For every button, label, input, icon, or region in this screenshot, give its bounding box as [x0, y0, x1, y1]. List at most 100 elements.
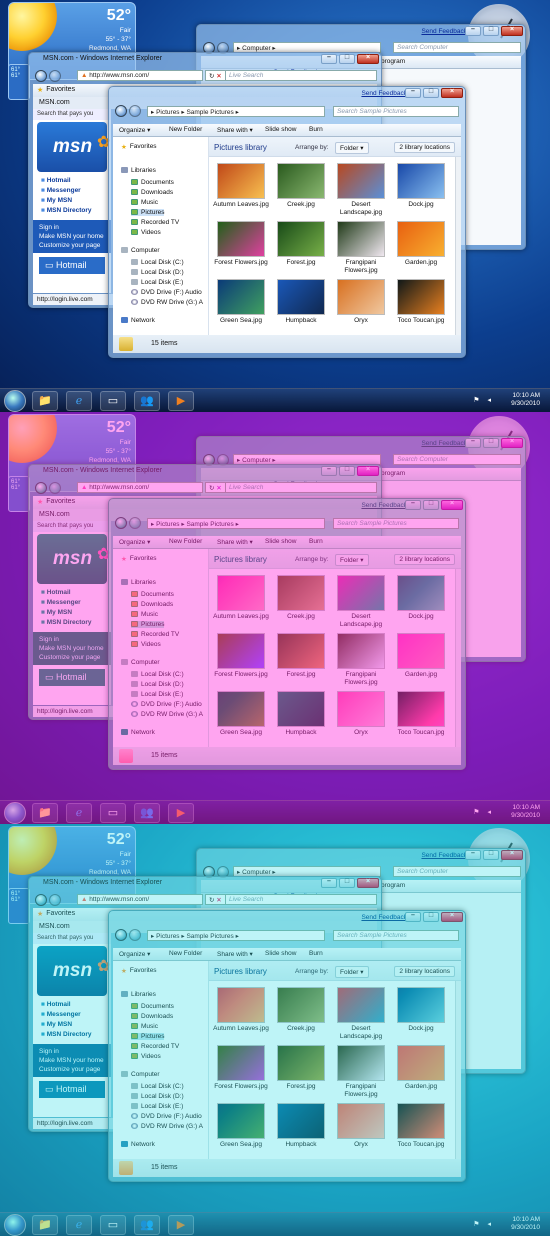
maximize-button[interactable]: □ [483, 438, 499, 448]
taskbar-media-player-button[interactable]: ▶ [168, 803, 194, 823]
thumbnail-item[interactable]: Forest.jpg [273, 1045, 329, 1091]
tray-clock[interactable]: 10:10 AM 9/30/2010 [511, 392, 540, 408]
thumbnail-item[interactable]: Garden.jpg [393, 1045, 449, 1091]
nav-library-5[interactable]: Videos [131, 1053, 161, 1060]
msn-link[interactable]: ■ MSN Directory [41, 1030, 103, 1040]
nav-drive-4[interactable]: DVD RW Drive (G:) A [131, 1123, 203, 1130]
nav-drive-0[interactable]: Local Disk (C:) [131, 1083, 184, 1090]
close-button[interactable]: × [501, 850, 523, 860]
thumbnail-item[interactable]: Humpback [273, 691, 329, 737]
nav-library-4[interactable]: Recorded TV [131, 219, 179, 226]
msn-link[interactable]: ■ Hotmail [41, 176, 103, 186]
forward-icon[interactable] [49, 70, 61, 82]
minimize-button[interactable]: – [321, 466, 337, 476]
minimize-button[interactable]: – [465, 850, 481, 860]
thumbnail-item[interactable]: Creek.jpg [273, 987, 329, 1033]
breadcrumb[interactable]: ▸ Pictures ▸ Sample Pictures ▸ [147, 106, 325, 117]
nav-drive-2[interactable]: Local Disk (E:) [131, 691, 183, 698]
nav-drive-2[interactable]: Local Disk (E:) [131, 279, 183, 286]
thumbnail-item[interactable]: Desert Landscape.jpg [333, 987, 389, 1041]
send-feedback-link[interactable]: Send Feedback [361, 90, 407, 97]
back-icon[interactable] [35, 70, 47, 82]
thumbnail-item[interactable]: Dock.jpg [393, 575, 449, 621]
forward-icon[interactable] [49, 894, 61, 906]
taskbar-explorer-button[interactable]: 📁 [32, 391, 58, 411]
explorer-titlebar[interactable]: Send Feedback – □ × [109, 499, 465, 513]
back-icon[interactable] [115, 517, 127, 529]
library-locations-button[interactable]: 2 library locations [394, 142, 455, 153]
msn-link[interactable]: ■ MSN Directory [41, 618, 103, 628]
thumbnail-item[interactable]: Dock.jpg [393, 163, 449, 209]
thumbnail-item[interactable]: Toco Toucan.jpg [393, 1103, 449, 1149]
computer-titlebar[interactable]: Send Feedback – □ × [197, 437, 525, 451]
explorer-window[interactable]: Send Feedback – □ × ▸ Pictures ▸ Sample Pict… [108, 910, 466, 1182]
url-bar[interactable]: ▲ http://www.msn.com/ [77, 482, 203, 493]
taskbar-ie-button[interactable]: ℯ [66, 391, 92, 411]
thumbnail-item[interactable]: Toco Toucan.jpg [393, 279, 449, 325]
minimize-button[interactable]: – [405, 912, 421, 922]
toolbar-item[interactable]: Share with ▾ [217, 538, 253, 546]
ie-titlebar[interactable]: MSN.com - Windows Internet ExplorerSend … [29, 465, 381, 488]
taskbar-ie-button[interactable]: ℯ [66, 1215, 92, 1235]
nav-library-1[interactable]: Downloads [131, 601, 173, 608]
nav-library-3[interactable]: Pictures [131, 1033, 165, 1040]
send-feedback-link[interactable]: Send Feedback [361, 502, 407, 509]
url-bar[interactable]: ▲ http://www.msn.com/ [77, 894, 203, 905]
thumbnail-item[interactable]: Humpback [273, 1103, 329, 1149]
taskbar-media-center-button[interactable]: ▭ [100, 391, 126, 411]
side-gadget[interactable]: 61° 61° [8, 64, 30, 100]
start-button[interactable] [4, 802, 26, 824]
ie-titlebar[interactable]: MSN.com - Windows Internet ExplorerSend … [29, 53, 381, 76]
nav-library-5[interactable]: Videos [131, 641, 161, 648]
nav-favorites[interactable]: ★ Favorites [121, 967, 157, 975]
tray-clock[interactable]: 10:10 AM 9/30/2010 [511, 804, 540, 820]
msn-search[interactable]: Search that pays you [33, 109, 111, 120]
nav-library-0[interactable]: Documents [131, 179, 174, 186]
scrollbar[interactable] [455, 981, 461, 1159]
thumbnail-item[interactable]: Forest.jpg [273, 221, 329, 267]
toolbar-item[interactable]: Burn [309, 538, 323, 545]
thumbnail-item[interactable]: Frangipani Flowers.jpg [333, 221, 389, 275]
send-feedback-link[interactable]: Send Feedback [361, 914, 407, 921]
nav-drive-2[interactable]: Local Disk (E:) [131, 1103, 183, 1110]
explorer-window[interactable]: Send Feedback – □ × ▸ Pictures ▸ Sample Pict… [108, 498, 466, 770]
nav-favorites[interactable]: ★ Favorites [121, 143, 157, 151]
msn-link[interactable]: ■ My MSN [41, 608, 103, 618]
msn-link[interactable]: ■ MSN Directory [41, 206, 103, 216]
favorites-button[interactable]: Favorites [46, 86, 75, 93]
thumbnail-item[interactable]: Desert Landscape.jpg [333, 163, 389, 217]
hotmail-button[interactable]: ▭ Hotmail [39, 257, 105, 274]
ie-search-input[interactable]: Live Search [225, 482, 377, 493]
close-button[interactable]: × [357, 54, 379, 64]
thumbnail-item[interactable]: Forest Flowers.jpg [213, 1045, 269, 1091]
taskbar-media-player-button[interactable]: ▶ [168, 391, 194, 411]
nav-drive-4[interactable]: DVD RW Drive (G:) A [131, 711, 203, 718]
ie-titlebar[interactable]: MSN.com - Windows Internet ExplorerSend … [29, 877, 381, 900]
nav-library-3[interactable]: Pictures [131, 209, 165, 216]
thumbnail-item[interactable]: Forest Flowers.jpg [213, 633, 269, 679]
send-feedback-link[interactable]: Send Feedback [421, 28, 467, 35]
taskbar-messenger-button[interactable]: 👥 [134, 1215, 160, 1235]
nav-network[interactable]: Network [121, 729, 155, 736]
search-input[interactable]: Search Sample Pictures [333, 518, 459, 529]
start-button[interactable] [4, 390, 26, 412]
nav-library-2[interactable]: Music [131, 199, 158, 206]
hotmail-button[interactable]: ▭ Hotmail [39, 669, 105, 686]
toolbar-item[interactable]: New Folder [169, 538, 202, 545]
taskbar-messenger-button[interactable]: 👥 [134, 803, 160, 823]
forward-icon[interactable] [49, 482, 61, 494]
sign-in-link[interactable]: Sign in [39, 223, 105, 232]
computer-titlebar[interactable]: Send Feedback – □ × [197, 849, 525, 863]
maximize-button[interactable]: □ [483, 26, 499, 36]
nav-drive-3[interactable]: DVD Drive (F:) Audio [131, 289, 202, 296]
thumbnail-item[interactable]: Creek.jpg [273, 163, 329, 209]
taskbar-media-player-button[interactable]: ▶ [168, 1215, 194, 1235]
toolbar-item[interactable]: Share with ▾ [217, 950, 253, 958]
nav-drive-0[interactable]: Local Disk (C:) [131, 259, 184, 266]
toolbar-item[interactable]: New Folder [169, 950, 202, 957]
thumbnail-item[interactable]: Dock.jpg [393, 987, 449, 1033]
nav-libraries[interactable]: Libraries [121, 579, 156, 586]
tray-icons[interactable]: ⚑ ◂ [473, 396, 494, 404]
thumbnail-item[interactable]: Autumn Leaves.jpg [213, 987, 269, 1033]
thumbnail-item[interactable]: Garden.jpg [393, 221, 449, 267]
